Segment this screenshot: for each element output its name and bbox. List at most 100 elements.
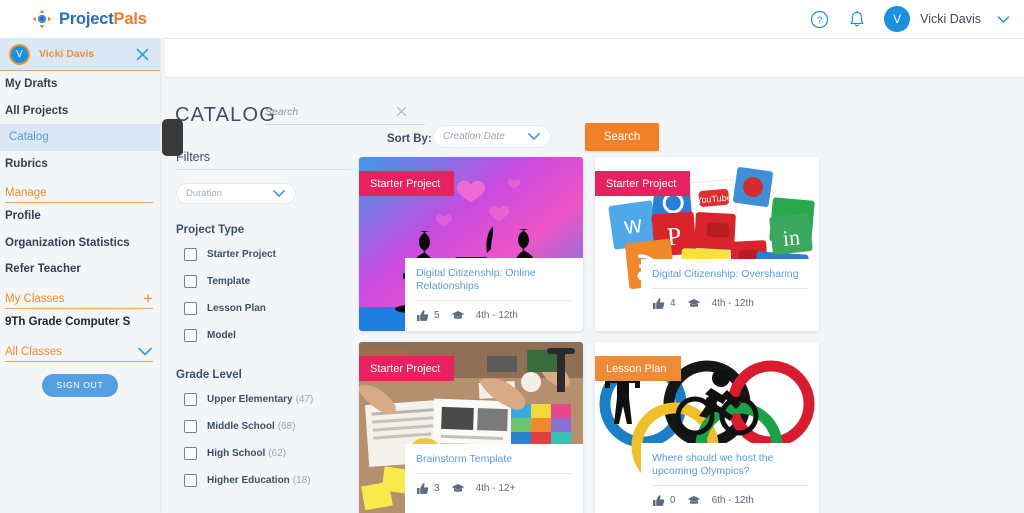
card-title[interactable]: Where should we host the upcoming Olympi… <box>652 452 808 478</box>
close-x-icon[interactable] <box>395 105 408 118</box>
search-input[interactable] <box>265 105 395 118</box>
checkbox-starter-project[interactable] <box>184 248 197 261</box>
graduation-cap-icon <box>451 310 465 321</box>
sidebar-toggle-handle[interactable] <box>162 119 183 156</box>
filters-panel: Filters Duration Project Type Starter Pr… <box>176 150 351 513</box>
chevron-down-icon[interactable] <box>997 15 1010 24</box>
filter-item[interactable]: High School (62) <box>176 440 351 467</box>
sidebar-item-label: Organization Statistics <box>5 236 130 249</box>
card-meta: 4 4th - 12th <box>652 297 808 310</box>
sidebar-item-label: Rubrics <box>5 157 48 170</box>
filter-label: Higher Education <box>207 475 290 486</box>
content-header-divider <box>165 77 1024 78</box>
question-circle-icon[interactable]: ? <box>808 8 830 30</box>
app-logo[interactable]: ProjectPals <box>32 9 147 29</box>
sidebar-item-label: All Projects <box>5 104 69 117</box>
sidebar-item-rubrics[interactable]: Rubrics <box>0 151 160 178</box>
card-info: Digital Citizenship: Online Relationship… <box>405 258 583 331</box>
sidebar-item-all-projects[interactable]: All Projects <box>0 98 160 125</box>
card-info: Brainstorm Template 3 4th - 12+ <box>405 444 583 513</box>
filter-count: (62) <box>268 448 287 459</box>
chevron-down-icon[interactable] <box>527 132 541 141</box>
sidebar-user-name: Vicki Davis <box>39 48 95 60</box>
user-menu[interactable]: V Vicki Davis <box>884 6 1010 32</box>
graduation-cap-icon <box>687 495 701 506</box>
chevron-down-icon[interactable] <box>272 189 286 198</box>
card-title[interactable]: Digital Citizenship: Oversharing <box>652 268 808 281</box>
catalog-search[interactable] <box>265 105 425 125</box>
filter-item[interactable]: Template <box>176 268 351 295</box>
top-bar-divider <box>165 38 1024 39</box>
sort-by-select[interactable]: Creation Date <box>433 125 551 148</box>
sidebar-item-label: Profile <box>5 210 41 223</box>
project-card[interactable]: w YouTube P S <box>595 157 819 331</box>
card-like-count: 0 <box>670 495 676 506</box>
sign-out-button[interactable]: SIGN OUT <box>42 373 118 397</box>
checkbox-lesson-plan[interactable] <box>184 302 197 315</box>
graduation-cap-icon <box>687 298 701 309</box>
card-grade-range: 6th - 12th <box>711 495 754 506</box>
checkbox-high-school[interactable] <box>184 447 197 460</box>
filter-count: (18) <box>292 475 311 486</box>
chevron-down-icon[interactable] <box>137 346 153 357</box>
filter-label: High School <box>207 448 266 459</box>
search-button[interactable]: Search <box>585 123 659 151</box>
avatar: V <box>884 6 911 32</box>
card-badge: Starter Project <box>359 171 455 196</box>
sidebar-item-label: My Drafts <box>5 78 58 91</box>
checkbox-upper-elementary[interactable] <box>184 393 197 406</box>
user-name-label: Vicki Davis <box>920 12 981 26</box>
checkbox-model[interactable] <box>184 329 197 342</box>
sort-by-value: Creation Date <box>443 131 505 142</box>
logo-wordmark: ProjectPals <box>59 10 147 29</box>
card-info: Digital Citizenship: Oversharing 4 4th -… <box>641 259 819 331</box>
sidebar-item-refer-teacher[interactable]: Refer Teacher <box>0 256 160 283</box>
sidebar-user-header: V Vicki Davis <box>0 38 160 71</box>
card-divider <box>652 485 808 486</box>
card-divider <box>416 300 572 301</box>
card-info: Where should we host the upcoming Olympi… <box>641 443 819 513</box>
card-title[interactable]: Brainstorm Template <box>416 453 572 466</box>
sort-by-label: Sort By: <box>387 133 432 145</box>
filter-label: Model <box>207 330 236 341</box>
card-like-count: 4 <box>670 298 676 309</box>
checkbox-middle-school[interactable] <box>184 420 197 433</box>
main-content: CATALOG Sort By: Creation Date Search Fi… <box>165 77 1024 513</box>
checkbox-higher-education[interactable] <box>184 474 197 487</box>
sidebar-item-profile[interactable]: Profile <box>0 203 160 230</box>
filter-item[interactable]: Starter Project <box>176 241 351 268</box>
plus-icon[interactable]: + <box>143 290 153 307</box>
duration-select[interactable]: Duration <box>176 183 296 204</box>
sidebar-item-class[interactable]: 9Th Grade Computer S <box>0 309 160 336</box>
filters-title: Filters <box>176 150 351 170</box>
checkbox-template[interactable] <box>184 275 197 288</box>
project-card[interactable]: Lesson Plan Where should we host the upc… <box>595 342 819 513</box>
notification-bell-icon[interactable] <box>846 8 868 30</box>
filter-item[interactable]: Middle School (68) <box>176 413 351 440</box>
thumbs-up-icon <box>416 309 429 322</box>
top-bar-actions: ? V Vicki Davis <box>808 6 1010 32</box>
sidebar-section-manage: Manage <box>5 187 153 203</box>
thumbs-up-icon <box>416 482 429 495</box>
filter-label: Template <box>207 276 251 287</box>
filter-item[interactable]: Model <box>176 322 351 349</box>
duration-value: Duration <box>186 188 222 199</box>
chevron-left-icon <box>168 130 176 145</box>
projectpals-logo-icon <box>32 9 52 29</box>
filter-item[interactable]: Lesson Plan <box>176 295 351 322</box>
sidebar-item-my-drafts[interactable]: My Drafts <box>0 71 160 98</box>
close-x-icon[interactable] <box>134 46 151 63</box>
project-card[interactable]: Starter Project Digital Citizenship: Onl… <box>359 157 583 331</box>
sidebar-section-my-classes: My Classes + <box>5 290 153 309</box>
card-meta: 3 4th - 12+ <box>416 482 572 495</box>
card-title[interactable]: Digital Citizenship: Online Relationship… <box>416 267 572 293</box>
app-root: ProjectPals ? V Vicki Davis V Vicki Davi… <box>0 0 1024 513</box>
project-card[interactable]: Starter Project Brainstorm Template 3 4t… <box>359 342 583 513</box>
sidebar-item-organization-statistics[interactable]: Organization Statistics <box>0 230 160 257</box>
card-like-count: 5 <box>434 310 440 321</box>
sidebar-item-catalog[interactable]: Catalog <box>0 124 160 151</box>
filter-item[interactable]: Upper Elementary (47) <box>176 386 351 413</box>
sidebar-section-all-classes[interactable]: All Classes <box>5 346 153 362</box>
filter-label: Starter Project <box>207 249 276 260</box>
filter-item[interactable]: Higher Education (18) <box>176 467 351 494</box>
